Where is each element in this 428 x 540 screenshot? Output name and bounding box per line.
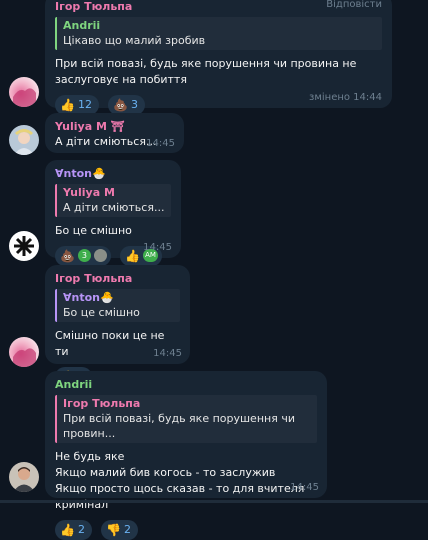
message-time: 14:45 xyxy=(153,348,182,359)
message-text: При всій повазі, будь яке порушення чи п… xyxy=(55,57,357,86)
message-time: 14:45 xyxy=(290,482,319,493)
quote-author: Yuliya M xyxy=(63,186,115,199)
reaction-thumbs-up[interactable]: 👍 12 xyxy=(55,94,99,115)
message-bubble[interactable]: Yuliya M ⛩ А діти сміються... 14:45 xyxy=(45,113,184,153)
thumbs-up-icon: 👍 xyxy=(60,522,75,537)
message-author[interactable]: Yuliya M ⛩ xyxy=(55,119,174,134)
message-bubble[interactable]: ∀nton🐣 Yuliya M А діти сміються... Бо це… xyxy=(45,160,181,266)
reactor-badge: 3 xyxy=(77,249,91,262)
avatar[interactable] xyxy=(9,462,39,492)
quote-author: ∀nton🐣 xyxy=(63,291,114,304)
bottom-divider xyxy=(0,500,428,503)
reaction-thumbs-up[interactable]: 👍 2 xyxy=(55,519,92,540)
quoted-message[interactable]: ∀nton🐣 Бо це смішно xyxy=(55,289,180,322)
message-time: 14:45 xyxy=(143,242,172,253)
reaction-poop[interactable]: 💩 3 xyxy=(108,94,145,115)
quoted-message[interactable]: Ігор Тюльпа При всій повазі, будь яке по… xyxy=(55,395,317,443)
poop-icon: 💩 xyxy=(113,97,128,112)
message-time: 14:45 xyxy=(146,138,175,149)
message-author[interactable]: Ігор Тюльпа xyxy=(55,0,132,14)
reaction-count: 2 xyxy=(124,523,131,536)
reaction-thumbs-down[interactable]: 👎 2 xyxy=(101,519,138,540)
avatar[interactable] xyxy=(9,231,39,261)
avatar-image xyxy=(13,467,35,492)
thumbs-up-icon: 👍 xyxy=(125,248,140,263)
thumbs-down-icon: 👎 xyxy=(106,522,121,537)
thumbs-up-icon: 👍 xyxy=(60,97,75,112)
avatar[interactable] xyxy=(9,337,39,367)
avatar-image xyxy=(13,348,36,367)
message-bubble[interactable]: Ігор Тюльпа ∀nton🐣 Бо це смішно Смішно п… xyxy=(45,265,190,387)
message-author[interactable]: Ігор Тюльпа xyxy=(55,271,180,286)
reaction-poop[interactable]: 💩 3 xyxy=(55,245,111,266)
message-text: Бо це смішно xyxy=(55,224,132,237)
avatar-image xyxy=(13,88,36,107)
reactor-avatar xyxy=(93,249,107,262)
quote-author: Andrii xyxy=(63,19,101,32)
message-text-line: Не будь яке xyxy=(55,450,125,463)
quoted-message[interactable]: Yuliya M А діти сміються... xyxy=(55,184,171,217)
poop-icon: 💩 xyxy=(60,248,75,263)
reaction-count: 12 xyxy=(77,98,92,111)
message-author[interactable]: Andrii xyxy=(55,377,317,392)
avatar-image xyxy=(14,129,34,155)
message-text-line: Якщо малий бив когось - то заслужив xyxy=(55,466,276,479)
quote-text: При всій повазі, будь яке порушення чи п… xyxy=(63,412,295,440)
message-author[interactable]: ∀nton🐣 xyxy=(55,166,171,181)
quote-text: А діти сміються... xyxy=(63,201,165,214)
message-bubble[interactable]: Andrii Ігор Тюльпа При всій повазі, будь… xyxy=(45,371,327,540)
quote-author: Ігор Тюльпа xyxy=(63,397,141,410)
avatar[interactable] xyxy=(9,125,39,155)
quote-text: Цікаво що малий зробив xyxy=(63,34,206,47)
avatar[interactable] xyxy=(9,77,39,107)
reply-link[interactable]: Відповісти xyxy=(326,0,382,14)
reaction-count: 3 xyxy=(131,98,138,111)
avatar-image xyxy=(14,236,34,256)
message-text-line: Якщо просто щось сказав - то для вчителя… xyxy=(55,482,305,511)
quote-text: Бо це смішно xyxy=(63,306,140,319)
message-time: змінено 14:44 xyxy=(309,92,382,103)
reaction-count: 2 xyxy=(77,523,85,536)
quoted-message[interactable]: Andrii Цікаво що малий зробив xyxy=(55,17,382,50)
message-bubble[interactable]: Ігор Тюльпа Відповісти Andrii Цікаво що … xyxy=(45,0,392,115)
